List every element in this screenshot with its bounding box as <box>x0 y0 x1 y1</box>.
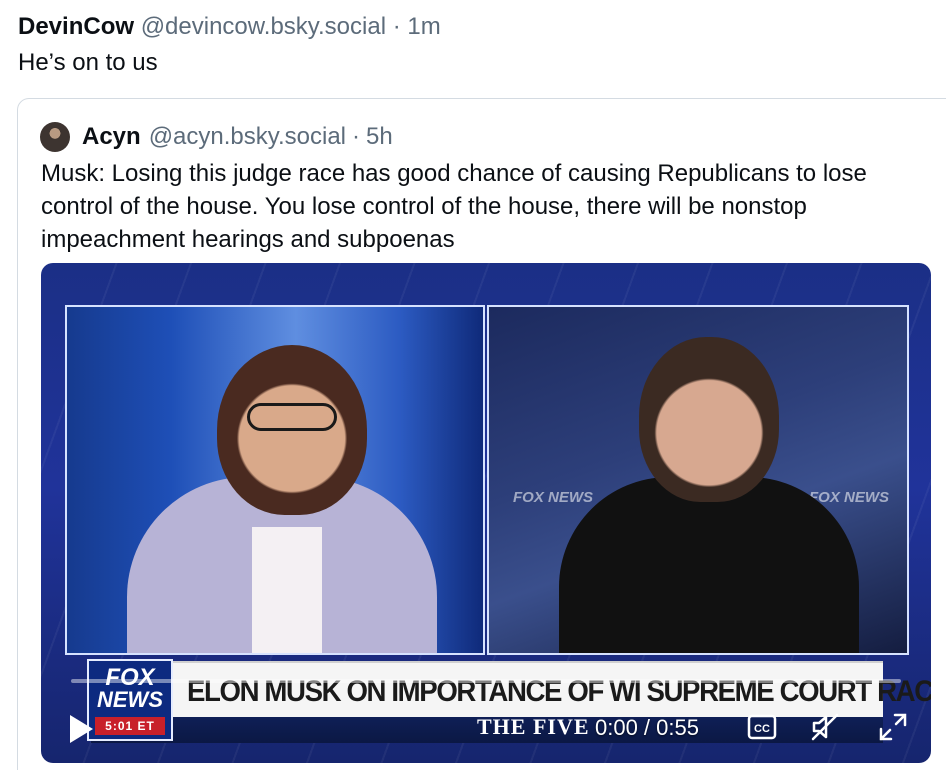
glasses-icon <box>247 403 337 431</box>
muted-speaker-icon <box>811 713 839 741</box>
post-author-name[interactable]: DevinCow <box>18 13 134 40</box>
post-author-handle[interactable]: @devincow.bsky.social <box>141 13 386 40</box>
fox-logo-top-text: FOX <box>105 664 155 691</box>
video-frame-left-panel <box>65 305 485 655</box>
mute-button[interactable] <box>809 711 841 743</box>
closed-captions-icon: CC <box>747 714 777 740</box>
video-progress-bar[interactable] <box>71 679 901 683</box>
quoted-post-text: Musk: Losing this judge race has good ch… <box>41 160 867 253</box>
host-figure-shirt <box>252 527 322 653</box>
quoted-post-card[interactable]: Acyn @acyn.bsky.social · 5h Musk: Losing… <box>17 98 946 770</box>
quoted-timestamp[interactable]: 5h <box>366 123 393 151</box>
post-separator: · <box>392 13 401 40</box>
guest-figure-body <box>559 477 859 653</box>
video-controls: 0:00 / 0:55 CC <box>41 703 931 763</box>
video-player[interactable]: FOX NEWS FOX NEWS ELON MUSK ON IMPORTANC… <box>41 263 931 763</box>
quoted-author-name[interactable]: Acyn <box>82 123 141 151</box>
fullscreen-icon <box>879 713 907 741</box>
post-text: He’s on to us <box>18 49 158 76</box>
quoted-author-handle[interactable]: @acyn.bsky.social <box>149 123 346 151</box>
quoted-post-header: Acyn @acyn.bsky.social · 5h <box>40 119 393 155</box>
video-time-display: 0:00 / 0:55 <box>595 715 699 740</box>
closed-captions-button[interactable]: CC <box>747 713 777 741</box>
svg-text:CC: CC <box>754 723 770 735</box>
avatar[interactable] <box>40 122 70 152</box>
background-fox-logo-left: FOX NEWS <box>513 489 594 506</box>
fullscreen-button[interactable] <box>877 711 909 743</box>
post-timestamp[interactable]: 1m <box>407 13 440 40</box>
post-header: DevinCow @devincow.bsky.social · 1m <box>18 12 441 42</box>
play-button[interactable] <box>67 713 95 745</box>
video-frame-right-panel: FOX NEWS FOX NEWS <box>487 305 909 655</box>
play-icon <box>70 715 93 743</box>
quoted-separator: · <box>352 123 361 150</box>
guest-figure-head <box>639 337 779 502</box>
